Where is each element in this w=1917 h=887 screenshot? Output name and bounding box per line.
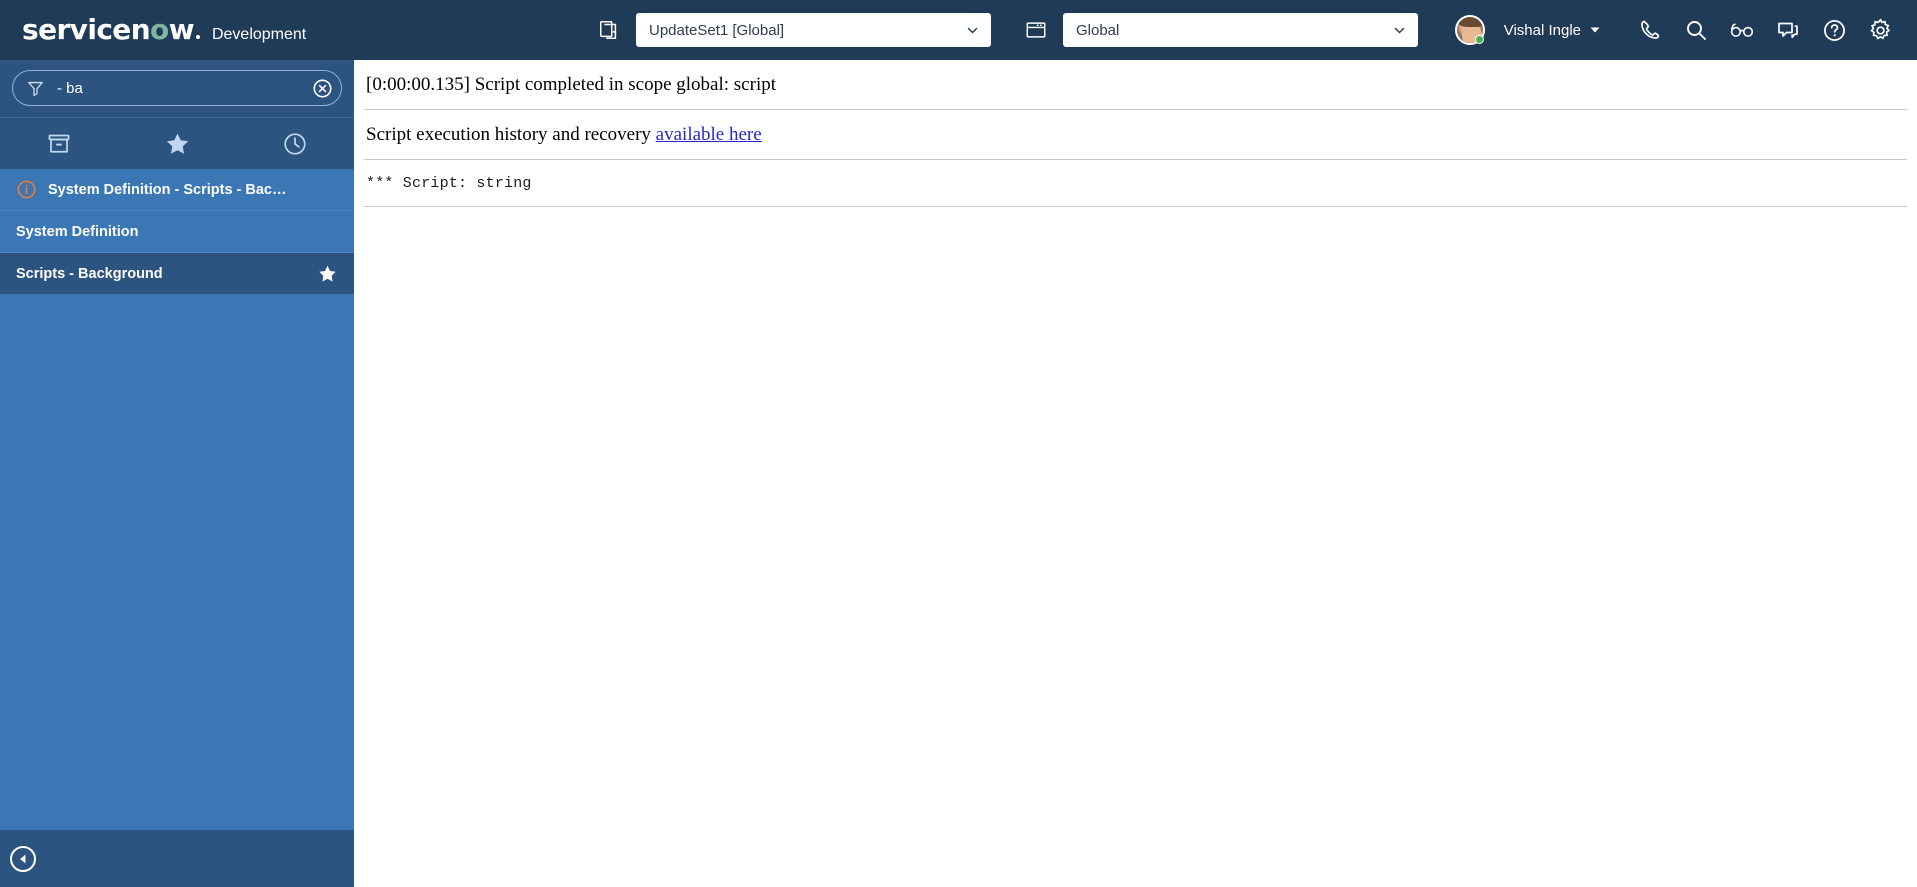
nav-tab-history[interactable] [236,118,354,170]
update-set-select[interactable]: UpdateSet1 [Global] [636,13,991,47]
chevron-down-icon[interactable] [1589,24,1601,36]
banner-right-tools: Vishal Ingle [1454,0,1903,60]
navigator-list: System Definition - Scripts - Bac… Syste… [0,169,354,830]
instance-name: Development [211,26,307,43]
info-circle-icon [16,179,37,200]
gear-icon[interactable] [1857,0,1903,60]
script-status-line: [0:00:00.135] Script completed in scope … [366,74,777,95]
help-icon[interactable] [1811,0,1857,60]
servicenow-logo[interactable]: servicenow [22,16,200,44]
navigator-filter-area [0,60,354,117]
glasses-icon[interactable] [1719,0,1765,60]
script-output-panel: [0:00:00.135] Script completed in scope … [354,60,1917,887]
available-here-link[interactable]: available here [656,124,762,145]
application-scope-picker[interactable]: Global [1063,13,1418,47]
sidebar-item-label: System Definition [16,223,139,240]
copy-documents-icon[interactable] [596,17,622,43]
sidebar-item-scripts-background[interactable]: Scripts - Background [0,253,354,295]
logo-text-pre: servicen [22,13,151,46]
navigator-tabs [0,117,354,169]
top-banner: servicenow Development UpdateSet1 [Globa… [0,0,1917,60]
clear-circle-x-icon[interactable] [312,78,333,99]
output-divider [364,206,1907,207]
sidebar-item-system-definition[interactable]: System Definition [0,211,354,253]
logo-text-ring: o [150,13,169,46]
avatar-hair [1457,17,1483,27]
nav-tab-all[interactable] [0,118,118,170]
star-icon[interactable] [307,263,338,284]
navigator-footer [0,830,354,887]
user-menu[interactable]: Vishal Ingle [1454,15,1601,45]
filter-funnel-icon [26,79,45,98]
user-name: Vishal Ingle [1503,21,1581,39]
nav-tab-favorites[interactable] [118,118,236,170]
logo-text-post: w [168,13,195,46]
banner-center-pickers: UpdateSet1 [Global] Global [596,0,1418,60]
left-navigator: System Definition - Scripts - Bac… Syste… [0,60,354,887]
nav-result-row[interactable]: System Definition - Scripts - Bac… [0,169,354,211]
script-output-line: *** Script: string [366,174,532,192]
application-window-icon[interactable] [1023,17,1049,43]
nav-result-label: System Definition - Scripts - Bac… [48,181,287,198]
sidebar-item-label: Scripts - Background [16,265,163,282]
logo-dot [195,35,200,39]
phone-icon[interactable] [1627,0,1673,60]
brand-block[interactable]: servicenow Development [22,16,306,44]
navigator-filter-box[interactable] [12,70,342,106]
script-history-line: Script execution history and recovery av… [364,110,1907,159]
chat-icon[interactable] [1765,0,1811,60]
application-scope-select[interactable]: Global [1063,13,1418,47]
search-icon[interactable] [1673,0,1719,60]
update-set-picker[interactable]: UpdateSet1 [Global] [636,13,991,47]
script-history-text: Script execution history and recovery [366,123,656,145]
collapse-left-icon[interactable] [10,845,36,872]
online-status-dot [1474,34,1484,44]
navigator-filter-input[interactable] [55,78,312,98]
